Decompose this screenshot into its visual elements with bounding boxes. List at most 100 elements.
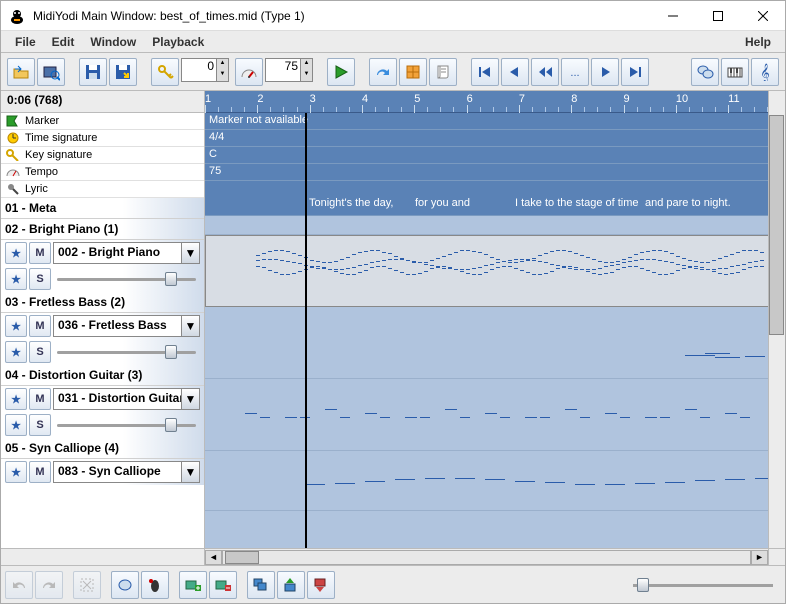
midi-note[interactable]: [472, 274, 476, 275]
track-3-solo[interactable]: S: [29, 341, 51, 363]
midi-note[interactable]: [298, 255, 302, 256]
midi-note[interactable]: [508, 260, 512, 261]
midi-note[interactable]: [274, 259, 278, 260]
midi-note[interactable]: [592, 273, 596, 274]
midi-note[interactable]: [664, 274, 668, 275]
midi-note[interactable]: [634, 254, 638, 255]
midi-note[interactable]: [742, 264, 746, 265]
midi-note[interactable]: [605, 413, 617, 414]
midi-note[interactable]: [580, 417, 590, 418]
midi-note[interactable]: [616, 269, 620, 270]
midi-note[interactable]: [430, 260, 434, 261]
midi-note[interactable]: [316, 261, 320, 262]
midi-note[interactable]: [394, 259, 398, 260]
midi-note[interactable]: [286, 261, 290, 262]
tempo-down[interactable]: ▼: [300, 70, 312, 81]
midi-note[interactable]: [274, 250, 278, 251]
midi-note[interactable]: [604, 262, 608, 263]
midi-note[interactable]: [478, 267, 482, 268]
midi-note[interactable]: [664, 251, 668, 252]
track-3-instrument[interactable]: 036 - Fretless Bass▼: [53, 315, 200, 337]
midi-note[interactable]: [405, 417, 417, 418]
track-4-star2[interactable]: ★: [5, 414, 27, 436]
midi-note[interactable]: [652, 272, 656, 273]
midi-note[interactable]: [725, 479, 745, 480]
film-button[interactable]: [399, 58, 427, 86]
menu-playback[interactable]: Playback: [144, 33, 212, 51]
midi-note[interactable]: [586, 257, 590, 258]
midi-note[interactable]: [724, 274, 728, 275]
midi-note[interactable]: [740, 417, 750, 418]
midi-note[interactable]: [325, 409, 337, 410]
midi-note[interactable]: [760, 266, 764, 267]
midi-note[interactable]: [620, 417, 630, 418]
track-2-instrument[interactable]: 002 - Bright Piano▼: [53, 242, 200, 264]
midi-note[interactable]: [364, 251, 368, 252]
midi-note[interactable]: [245, 413, 257, 414]
midi-note[interactable]: [448, 254, 452, 255]
midi-note[interactable]: [460, 417, 470, 418]
midi-note[interactable]: [496, 267, 500, 268]
midi-note[interactable]: [706, 269, 710, 270]
midi-note[interactable]: [760, 260, 764, 261]
midi-note[interactable]: [545, 482, 565, 483]
midi-note[interactable]: [298, 263, 302, 264]
midi-note[interactable]: [286, 251, 290, 252]
midi-note[interactable]: [424, 264, 428, 265]
midi-note[interactable]: [280, 260, 284, 261]
midi-note[interactable]: [610, 265, 614, 266]
menu-edit[interactable]: Edit: [44, 33, 83, 51]
midi-note[interactable]: [382, 266, 386, 267]
midi-note[interactable]: [736, 265, 740, 266]
midi-note[interactable]: [622, 259, 626, 260]
midi-note[interactable]: [305, 484, 325, 485]
midi-note[interactable]: [484, 254, 488, 255]
dup-track-button[interactable]: [247, 571, 275, 599]
midi-note[interactable]: [490, 269, 494, 270]
midi-note[interactable]: [574, 267, 578, 268]
step-fwd-button[interactable]: [591, 58, 619, 86]
midi-note[interactable]: [525, 417, 537, 418]
track-3-star2[interactable]: ★: [5, 341, 27, 363]
midi-note[interactable]: [532, 260, 536, 261]
midi-note[interactable]: [406, 274, 410, 275]
midi-note[interactable]: [442, 268, 446, 269]
track-5-lane[interactable]: [205, 451, 785, 511]
midi-note[interactable]: [532, 258, 536, 259]
midi-note[interactable]: [485, 413, 497, 414]
midi-note[interactable]: [388, 253, 392, 254]
step-back-button[interactable]: [501, 58, 529, 86]
track-3-volume[interactable]: [57, 343, 196, 361]
midi-note[interactable]: [685, 409, 697, 410]
midi-note[interactable]: [316, 268, 320, 269]
midi-note[interactable]: [268, 270, 272, 271]
midi-note[interactable]: [670, 273, 674, 274]
midi-note[interactable]: [670, 253, 674, 254]
remove-track-button[interactable]: [209, 571, 237, 599]
midi-note[interactable]: [676, 270, 680, 271]
midi-note[interactable]: [658, 260, 662, 261]
goto-button[interactable]: ...: [561, 58, 589, 86]
midi-note[interactable]: [628, 261, 632, 262]
midi-note[interactable]: [628, 266, 632, 267]
midi-note[interactable]: [298, 271, 302, 272]
midi-note[interactable]: [604, 266, 608, 267]
midi-note[interactable]: [712, 260, 716, 261]
midi-note[interactable]: [616, 261, 620, 262]
transpose-down[interactable]: ▼: [216, 70, 228, 81]
midi-note[interactable]: [500, 417, 510, 418]
midi-note[interactable]: [382, 260, 386, 261]
midi-note[interactable]: [364, 264, 368, 265]
midi-note[interactable]: [335, 483, 355, 484]
vertical-scrollbar[interactable]: [768, 113, 785, 548]
midi-note[interactable]: [700, 262, 704, 263]
midi-note[interactable]: [400, 259, 404, 260]
midi-note[interactable]: [568, 266, 572, 267]
zoom-slider[interactable]: [633, 576, 773, 594]
midi-note[interactable]: [424, 271, 428, 272]
midi-note[interactable]: [334, 261, 338, 262]
tempo-up[interactable]: ▲: [300, 59, 312, 70]
midi-note[interactable]: [568, 251, 572, 252]
midi-note[interactable]: [634, 260, 638, 261]
track-4-solo[interactable]: S: [29, 414, 51, 436]
